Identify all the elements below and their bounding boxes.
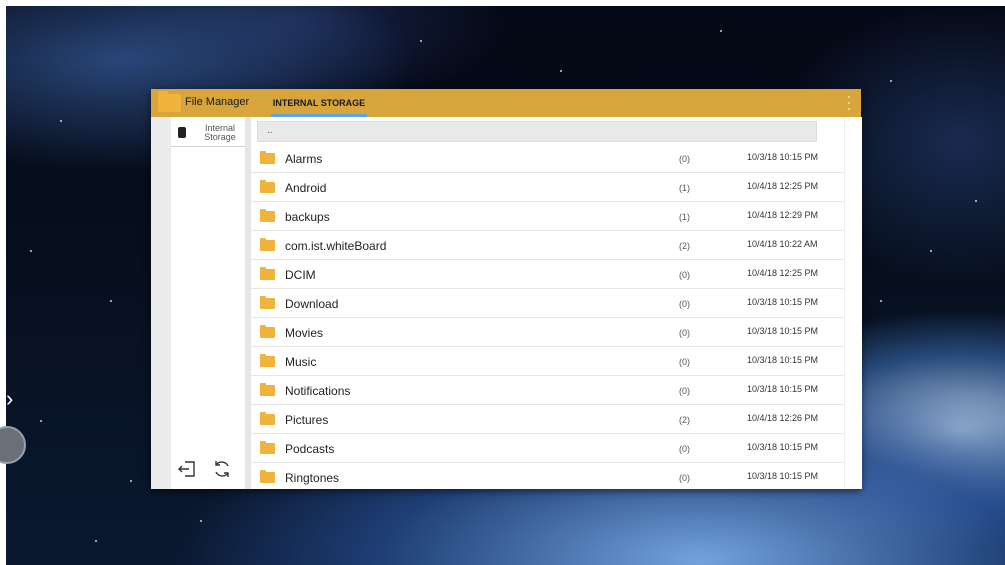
file-row[interactable]: Alarms (0) 10/3/18 10:15 PM xyxy=(251,144,844,173)
tab-internal-storage[interactable]: INTERNAL STORAGE xyxy=(271,89,367,117)
folder-icon xyxy=(260,296,275,309)
file-row[interactable]: Ringtones (0) 10/3/18 10:15 PM xyxy=(251,463,844,489)
file-count: (2) xyxy=(679,241,690,251)
file-row[interactable]: Movies (0) 10/3/18 10:15 PM xyxy=(251,318,844,347)
file-row[interactable]: Android (1) 10/4/18 12:25 PM xyxy=(251,173,844,202)
file-count: (0) xyxy=(679,444,690,454)
file-row[interactable]: Notifications (0) 10/3/18 10:15 PM xyxy=(251,376,844,405)
file-row[interactable]: Pictures (2) 10/4/18 12:26 PM xyxy=(251,405,844,434)
folder-icon xyxy=(260,354,275,367)
path-bar-parent-directory[interactable]: .. xyxy=(257,121,817,142)
file-row[interactable]: Download (0) 10/3/18 10:15 PM xyxy=(251,289,844,318)
file-date: 10/3/18 10:15 PM xyxy=(747,355,819,365)
file-name: Download xyxy=(285,297,339,311)
app-title: File Manager xyxy=(185,96,250,108)
file-name: Alarms xyxy=(285,152,323,166)
file-row[interactable]: DCIM (0) 10/4/18 12:25 PM xyxy=(251,260,844,289)
file-count: (2) xyxy=(679,415,690,425)
file-date: 10/4/18 12:29 PM xyxy=(747,210,819,220)
file-name: Ringtones xyxy=(285,471,340,485)
file-date: 10/3/18 10:15 PM xyxy=(747,152,819,162)
file-date: 10/4/18 12:25 PM xyxy=(747,181,819,191)
folder-icon xyxy=(158,91,181,112)
file-row[interactable]: com.ist.whiteBoard (2) 10/4/18 10:22 AM xyxy=(251,231,844,260)
folder-icon xyxy=(260,151,275,164)
folder-icon xyxy=(260,209,275,222)
folder-icon xyxy=(260,325,275,338)
exit-icon[interactable] xyxy=(177,459,197,479)
file-date: 10/3/18 10:15 PM xyxy=(747,471,819,481)
refresh-icon[interactable] xyxy=(212,459,232,479)
file-date: 10/3/18 10:15 PM xyxy=(747,384,819,394)
file-count: (1) xyxy=(679,183,690,193)
file-date: 10/3/18 10:15 PM xyxy=(747,442,819,452)
file-count: (0) xyxy=(679,328,690,338)
file-count: (1) xyxy=(679,212,690,222)
overflow-menu-icon[interactable] xyxy=(847,96,851,110)
file-name: Movies xyxy=(285,326,324,340)
folder-icon xyxy=(260,412,275,425)
file-row[interactable]: backups (1) 10/4/18 12:29 PM xyxy=(251,202,844,231)
screen-border-top xyxy=(0,0,1005,6)
file-manager-window: File Manager INTERNAL STORAGE Internal S… xyxy=(151,89,862,489)
file-name: Podcasts xyxy=(285,442,335,456)
file-count: (0) xyxy=(679,299,690,309)
sidebar-item-internal-storage[interactable]: Internal Storage xyxy=(171,122,245,147)
file-count: (0) xyxy=(679,386,690,396)
file-name: Music xyxy=(285,355,317,369)
file-row[interactable]: Music (0) 10/3/18 10:15 PM xyxy=(251,347,844,376)
folder-icon xyxy=(260,441,275,454)
sd-card-icon xyxy=(178,127,186,138)
active-tab-indicator xyxy=(271,114,367,117)
file-name: backups xyxy=(285,210,330,224)
folder-icon xyxy=(260,267,275,280)
file-name: DCIM xyxy=(285,268,316,282)
screen-border-left xyxy=(0,0,6,565)
chevron-right-icon[interactable]: › xyxy=(6,388,13,410)
title-bar: File Manager INTERNAL STORAGE xyxy=(151,89,861,117)
file-list: Alarms (0) 10/3/18 10:15 PM Android (1) … xyxy=(251,144,844,489)
file-count: (0) xyxy=(679,473,690,483)
file-count: (0) xyxy=(679,154,690,164)
file-date: 10/4/18 12:25 PM xyxy=(747,268,819,278)
folder-icon xyxy=(260,470,275,483)
sidebar-item-label: Internal Storage xyxy=(204,123,236,142)
folder-icon xyxy=(260,180,275,193)
folder-icon xyxy=(260,383,275,396)
file-date: 10/4/18 10:22 AM xyxy=(747,239,818,249)
sidebar-strip xyxy=(151,117,171,489)
file-count: (0) xyxy=(679,270,690,280)
right-margin xyxy=(844,117,862,489)
file-date: 10/3/18 10:15 PM xyxy=(747,297,819,307)
file-date: 10/4/18 12:26 PM xyxy=(747,413,819,423)
folder-icon xyxy=(260,238,275,251)
file-date: 10/3/18 10:15 PM xyxy=(747,326,819,336)
path-text: .. xyxy=(267,125,273,136)
file-count: (0) xyxy=(679,357,690,367)
file-name: Pictures xyxy=(285,413,329,427)
file-row[interactable]: Podcasts (0) 10/3/18 10:15 PM xyxy=(251,434,844,463)
file-name: Notifications xyxy=(285,384,351,398)
file-name: com.ist.whiteBoard xyxy=(285,239,387,253)
file-name: Android xyxy=(285,181,327,195)
